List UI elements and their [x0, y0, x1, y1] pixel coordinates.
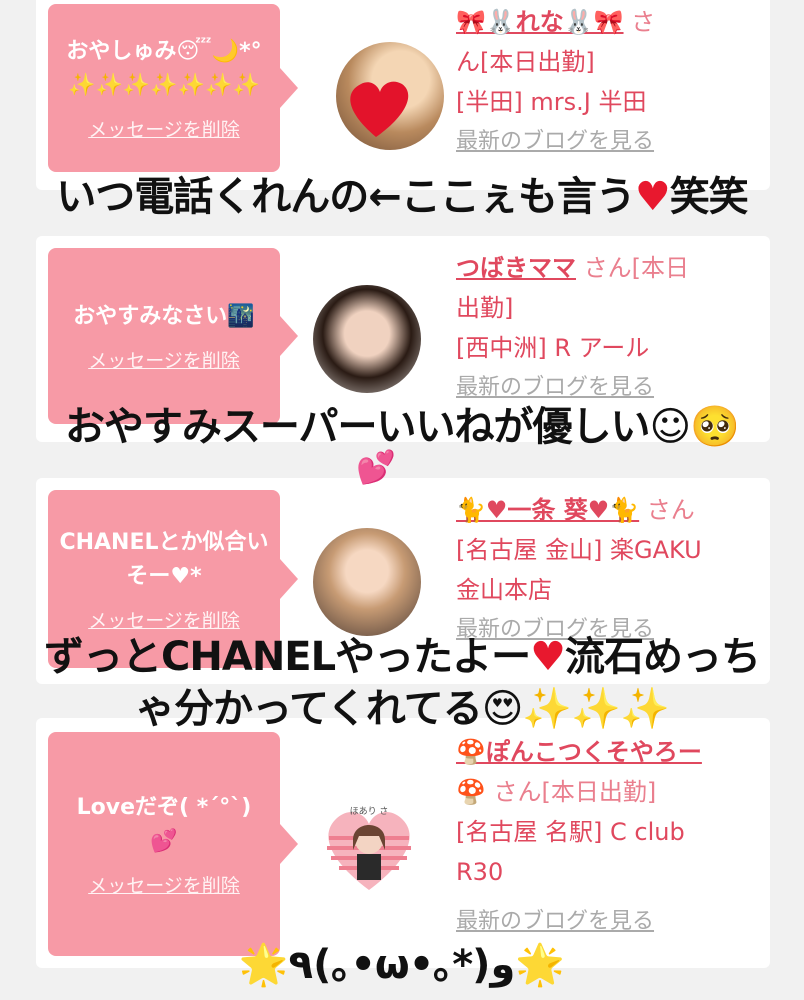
message-bubble: Loveだぞ( *´°`) 💕 メッセージを削除	[48, 732, 298, 956]
heart-sticker-icon	[350, 81, 409, 137]
message-card-4: Loveだぞ( *´°`) 💕 メッセージを削除 ほあり さ 🍄ぽんこつくそやろ…	[36, 718, 770, 968]
caption-2: おやすみスーパーいいねが優しい☺🥺	[64, 404, 740, 450]
avatar[interactable]	[336, 42, 444, 150]
caption-3: ずっとCHANELやったよー♥流石めっち	[44, 634, 761, 680]
cast-info: 🍄ぽんこつくそやろー 🍄 さん[本日出勤] [名古屋 名駅] C club R3…	[456, 732, 756, 942]
cast-name-link[interactable]: 🎀🐰れな🐰🎀	[456, 8, 624, 36]
message-text: CHANELとか似合いそー♥*	[59, 529, 269, 589]
cast-name-link[interactable]: 🍄ぽんこつくそやろー	[456, 738, 702, 766]
message-bubble: おやしゅみ😴🌙*° ✨✨✨✨✨✨✨ メッセージを削除	[48, 4, 298, 172]
message-text: おやしゅみ😴🌙*° ✨✨✨✨✨✨✨	[66, 38, 262, 98]
delete-message-link[interactable]: メッセージを削除	[88, 871, 240, 898]
avatar[interactable]	[313, 285, 421, 393]
cast-info: つばきママ さん[本日 出勤] [西中洲] R アール 最新のブログを見る	[456, 248, 756, 408]
delete-message-link[interactable]: メッセージを削除	[88, 115, 240, 142]
caption-4: ゃ分かってくれてる😍✨✨✨	[135, 686, 670, 732]
message-text: Loveだぞ( *´°`) 💕	[76, 794, 252, 854]
caption-5: 🌟٩(｡•ω•｡*)و🌟	[238, 942, 566, 988]
message-card-1: おやしゅみ😴🌙*° ✨✨✨✨✨✨✨ メッセージを削除 🎀🐰れな🐰🎀 さ ん[本日…	[36, 0, 770, 190]
message-text: おやすみなさい🌃	[73, 303, 255, 329]
cast-name-link[interactable]: 🐈♥一条 葵♥🐈	[456, 496, 639, 524]
latest-blog-link[interactable]: 最新のブログを見る	[456, 122, 756, 162]
cast-info: 🎀🐰れな🐰🎀 さ ん[本日出勤] [半田] mrs.J 半田 最新のブログを見る	[456, 2, 756, 162]
cast-name-link[interactable]: つばきママ	[456, 254, 576, 282]
delete-message-link[interactable]: メッセージを削除	[88, 346, 240, 373]
avatar[interactable]	[313, 528, 421, 636]
avatar-label: ほあり さ	[349, 807, 389, 817]
avatar[interactable]: ほあり さ	[315, 790, 423, 898]
caption-1: いつ電話くれんの←ここぇも言う♥笑笑	[56, 174, 748, 220]
caption-2-hearts: 💕	[356, 448, 396, 486]
